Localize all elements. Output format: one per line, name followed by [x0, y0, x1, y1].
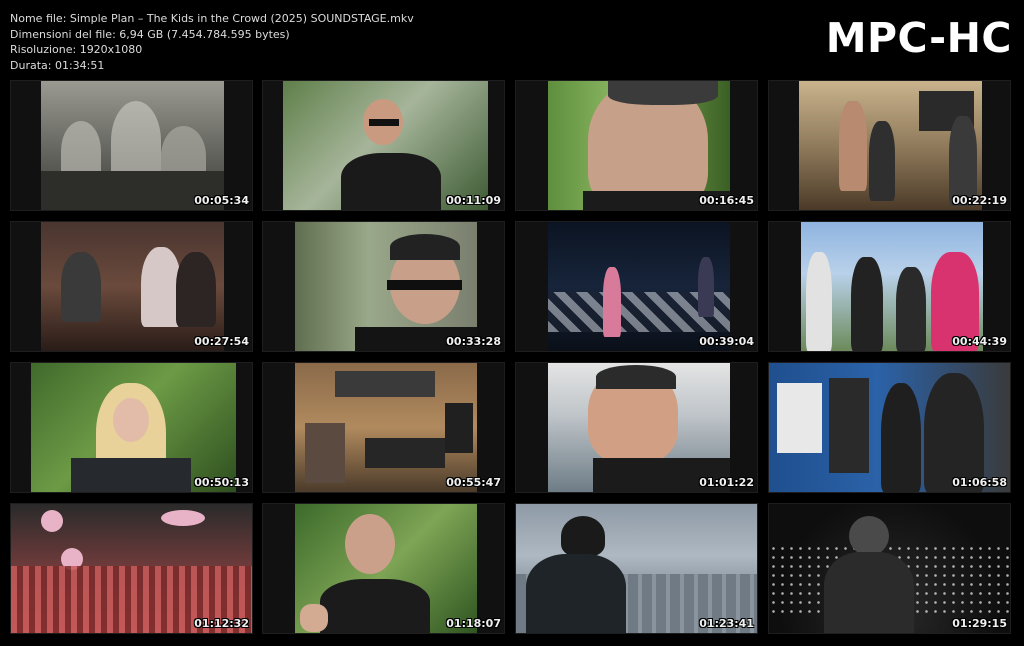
timestamp: 01:29:15 — [952, 617, 1007, 630]
timestamp: 00:50:13 — [194, 476, 249, 489]
file-info-block: Nome file: Simple Plan – The Kids in the… — [10, 11, 414, 73]
thumbnail[interactable]: 01:29:15 — [768, 503, 1011, 634]
timestamp: 01:18:07 — [446, 617, 501, 630]
thumbnail[interactable]: 01:12:32 — [10, 503, 253, 634]
thumbnail[interactable]: 00:05:34 — [10, 80, 253, 211]
thumbnail[interactable]: 00:55:47 — [262, 362, 505, 493]
timestamp: 00:39:04 — [699, 335, 754, 348]
file-size-line: Dimensioni del file: 6,94 GB (7.454.784.… — [10, 27, 290, 41]
thumbnail[interactable]: 00:44:39 — [768, 221, 1011, 352]
timestamp: 00:11:09 — [446, 194, 501, 207]
timestamp: 00:16:45 — [699, 194, 754, 207]
thumbnail[interactable]: 00:39:04 — [515, 221, 758, 352]
thumbnail[interactable]: 00:27:54 — [10, 221, 253, 352]
thumbnail[interactable]: 00:50:13 — [10, 362, 253, 493]
timestamp: 00:33:28 — [446, 335, 501, 348]
timestamp: 01:23:41 — [699, 617, 754, 630]
mpc-hc-logo: MPC-HC — [825, 14, 1012, 62]
thumbnail[interactable]: 00:16:45 — [515, 80, 758, 211]
timestamp: 00:27:54 — [194, 335, 249, 348]
thumbnail[interactable]: 00:33:28 — [262, 221, 505, 352]
timestamp: 00:44:39 — [952, 335, 1007, 348]
thumbnail[interactable]: 01:01:22 — [515, 362, 758, 493]
thumbnail[interactable]: 00:22:19 — [768, 80, 1011, 211]
resolution-line: Risoluzione: 1920x1080 — [10, 43, 143, 56]
timestamp: 01:06:58 — [952, 476, 1007, 489]
timestamp: 00:55:47 — [446, 476, 501, 489]
thumbnail[interactable]: 01:18:07 — [262, 503, 505, 634]
thumbnail[interactable]: 00:11:09 — [262, 80, 505, 211]
thumbnail[interactable]: 01:06:58 — [768, 362, 1011, 493]
thumbnail[interactable]: 01:23:41 — [515, 503, 758, 634]
file-info-header: Nome file: Simple Plan – The Kids in the… — [0, 0, 1024, 78]
thumbnail-grid: 00:05:34 00:11:09 00:16:45 00:22:19 00:2… — [0, 79, 1024, 646]
duration-line: Durata: 01:34:51 — [10, 58, 105, 72]
timestamp: 00:05:34 — [194, 194, 249, 207]
timestamp: 00:22:19 — [952, 194, 1007, 207]
file-name-line: Nome file: Simple Plan – The Kids in the… — [10, 12, 414, 25]
timestamp: 01:01:22 — [699, 476, 754, 489]
timestamp: 01:12:32 — [194, 617, 249, 630]
